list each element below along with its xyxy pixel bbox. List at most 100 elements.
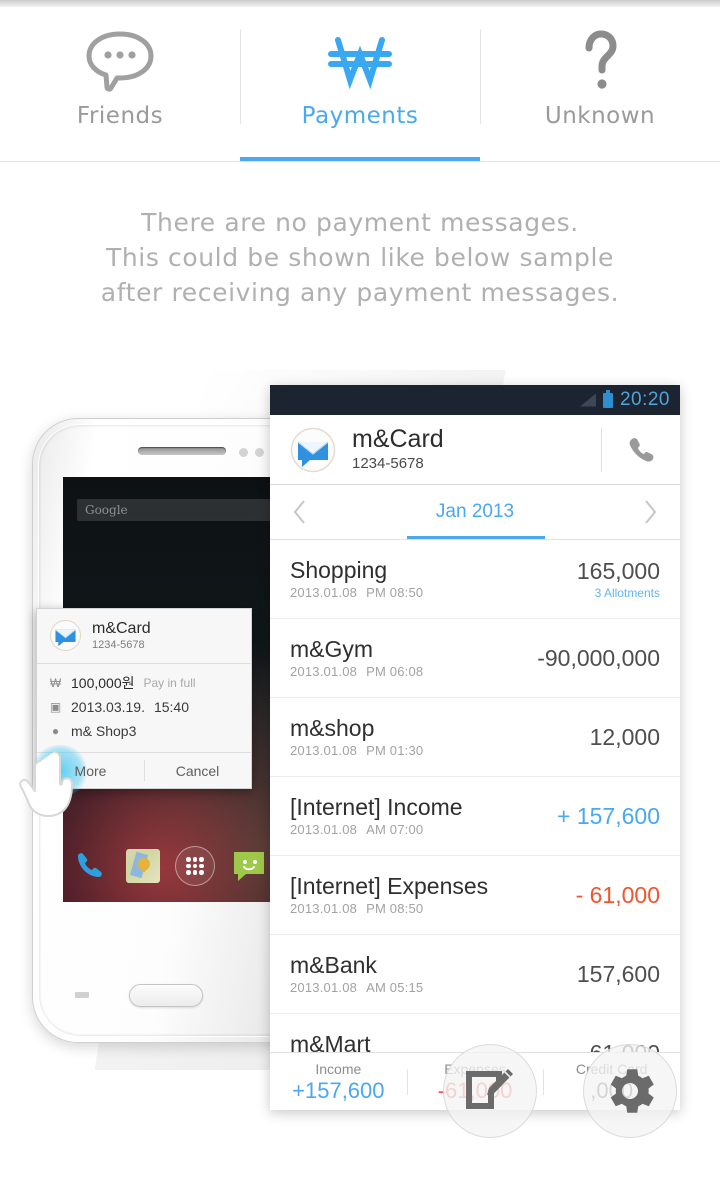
tab-unknown[interactable]: Unknown bbox=[480, 7, 720, 162]
compose-button[interactable] bbox=[443, 1044, 537, 1138]
tabbar-divider bbox=[0, 161, 720, 162]
table-row[interactable]: [Internet] Expenses 2013.01.08 PM 08:50 - 6… bbox=[270, 856, 680, 935]
phone-menu-key[interactable] bbox=[75, 992, 89, 998]
transaction-date: 2013.01.08 bbox=[290, 822, 358, 837]
signal-icon bbox=[579, 393, 596, 407]
transaction-amount-group: + 157,600 bbox=[557, 803, 660, 830]
transaction-timestamp: 2013.01.08 PM 06:08 bbox=[290, 663, 537, 681]
contact-number: 1234-5678 bbox=[352, 455, 424, 472]
popup-date-row: ▣ 2013.03.19. 15:40 bbox=[49, 695, 239, 719]
tab-unknown-label: Unknown bbox=[544, 103, 656, 129]
chevron-left-icon bbox=[293, 500, 305, 524]
next-month-button[interactable] bbox=[620, 498, 680, 526]
transaction-amount-group: -90,000,000 bbox=[537, 645, 660, 672]
transaction-list[interactable]: Shopping 2013.01.08 PM 08:50 165,000 3 Allot… bbox=[270, 540, 680, 1093]
app-screenshot-panel: 20:20 m&Card 1234-5678 Jan 2013 Shopping… bbox=[270, 385, 680, 1110]
settings-button[interactable] bbox=[583, 1044, 677, 1138]
location-pin-icon: ● bbox=[51, 724, 60, 738]
transaction-name: Shopping bbox=[290, 557, 388, 583]
popup-cancel-label: Cancel bbox=[175, 762, 220, 779]
phone-earpiece bbox=[138, 447, 226, 455]
transaction-amount-group: - 61,000 bbox=[576, 882, 660, 909]
contact-info: m&Card 1234-5678 bbox=[352, 425, 601, 474]
tab-payments[interactable]: Payments bbox=[240, 7, 480, 162]
transaction-timestamp: 2013.01.08 PM 08:50 bbox=[290, 900, 576, 918]
popup-header: m&Card 1234-5678 bbox=[37, 609, 251, 663]
transaction-time: PM 08:50 bbox=[366, 585, 424, 600]
transaction-date: 2013.01.08 bbox=[290, 743, 358, 758]
transaction-timestamp: 2013.01.08 PM 08:50 bbox=[290, 584, 577, 602]
popup-time: 15:40 bbox=[153, 699, 190, 715]
transaction-info: m&Gym 2013.01.08 PM 06:08 bbox=[290, 635, 537, 681]
edit-note-icon bbox=[466, 1069, 513, 1109]
transaction-info: [Internet] Income 2013.01.08 AM 07:00 bbox=[290, 793, 557, 839]
transaction-time: PM 08:50 bbox=[366, 901, 424, 916]
table-row[interactable]: m&shop 2013.01.08 PM 01:30 12,000 bbox=[270, 698, 680, 777]
summary-value: +157,600 bbox=[292, 1077, 385, 1103]
tab-friends-label: Friends bbox=[76, 103, 164, 129]
popup-amount-note: Pay in full bbox=[143, 676, 196, 690]
month-active-indicator bbox=[407, 536, 545, 539]
won-currency-icon bbox=[323, 25, 397, 97]
transaction-timestamp: 2013.01.08 AM 05:15 bbox=[290, 979, 577, 997]
won-symbol-icon: ₩ bbox=[49, 676, 62, 690]
chevron-right-icon bbox=[645, 500, 657, 524]
transaction-name: [Internet] Expenses bbox=[290, 873, 489, 899]
phone-home-key[interactable] bbox=[129, 984, 203, 1007]
message-envelope-icon bbox=[49, 619, 82, 652]
sample-illustration: Google sett bbox=[0, 360, 720, 1150]
transaction-date: 2013.01.08 bbox=[290, 585, 358, 600]
transaction-amount-group: 157,600 bbox=[577, 961, 660, 988]
google-search-placeholder: Google bbox=[85, 503, 128, 517]
app-contact-header: m&Card 1234-5678 bbox=[270, 415, 680, 485]
all-apps-button[interactable] bbox=[175, 846, 215, 886]
transaction-amount-group: 165,000 3 Allotments bbox=[577, 558, 660, 601]
transaction-info: Shopping 2013.01.08 PM 08:50 bbox=[290, 556, 577, 602]
transaction-time: AM 05:15 bbox=[366, 980, 424, 995]
transaction-timestamp: 2013.01.08 AM 07:00 bbox=[290, 821, 557, 839]
popup-detail-rows: ₩ 100,000원 Pay in full ▣ 2013.03.19. 15:… bbox=[37, 664, 251, 752]
table-row[interactable]: m&Bank 2013.01.08 AM 05:15 157,600 bbox=[270, 935, 680, 1014]
google-search-bar[interactable]: Google bbox=[77, 499, 299, 521]
status-bar-clock: 20:20 bbox=[619, 389, 670, 410]
transaction-date: 2013.01.08 bbox=[290, 664, 358, 679]
popup-date: 2013.03.19. bbox=[71, 699, 145, 715]
table-row[interactable]: m&Gym 2013.01.08 PM 06:08 -90,000,000 bbox=[270, 619, 680, 698]
phone-app-icon[interactable] bbox=[69, 846, 109, 886]
summary-cell[interactable]: Income +157,600 bbox=[270, 1060, 407, 1104]
summary-label: Income bbox=[315, 1060, 362, 1077]
battery-icon bbox=[602, 389, 613, 408]
chat-bubble-icon bbox=[83, 25, 157, 97]
transaction-amount: 12,000 bbox=[589, 723, 660, 750]
table-row[interactable]: Shopping 2013.01.08 PM 08:50 165,000 3 Allot… bbox=[270, 540, 680, 619]
popup-place-row: ● m& Shop3 bbox=[49, 719, 239, 743]
transaction-name: m&shop bbox=[290, 715, 375, 741]
transaction-time: AM 07:00 bbox=[366, 822, 424, 837]
transaction-amount-group: 12,000 bbox=[590, 724, 660, 751]
call-button[interactable] bbox=[602, 434, 680, 466]
calendar-icon: ▣ bbox=[49, 700, 62, 714]
transaction-time: PM 01:30 bbox=[366, 743, 424, 758]
phone-dock bbox=[63, 840, 299, 892]
main-tabbar: Friends Payments Unknown bbox=[0, 7, 720, 162]
phone-handset-icon bbox=[629, 437, 654, 461]
table-row[interactable]: [Internet] Income 2013.01.08 AM 07:00 + 157… bbox=[270, 777, 680, 856]
empty-state-line-1: There are no payment messages. bbox=[141, 208, 579, 237]
month-navigator: Jan 2013 bbox=[270, 485, 680, 540]
transaction-name: [Internet] Income bbox=[290, 794, 463, 820]
transaction-amount: -90,000,000 bbox=[537, 644, 660, 671]
transaction-amount: 157,600 bbox=[576, 960, 660, 987]
popup-sender-name: m&Card bbox=[92, 620, 151, 637]
tab-payments-label: Payments bbox=[301, 103, 419, 129]
popup-cancel-button[interactable]: Cancel bbox=[144, 753, 251, 788]
question-mark-icon bbox=[563, 25, 637, 97]
payments-screen: Friends Payments Unknown There are no pa… bbox=[0, 0, 720, 1182]
maps-app-icon[interactable] bbox=[123, 846, 163, 886]
transaction-note: 3 Allotments bbox=[594, 585, 660, 600]
popup-amount: 100,000원 bbox=[71, 675, 135, 691]
prev-month-button[interactable] bbox=[270, 498, 330, 526]
messaging-app-icon[interactable] bbox=[229, 846, 269, 886]
phone-camera bbox=[255, 448, 264, 457]
tab-friends[interactable]: Friends bbox=[0, 7, 240, 162]
transaction-date: 2013.01.08 bbox=[290, 980, 358, 995]
